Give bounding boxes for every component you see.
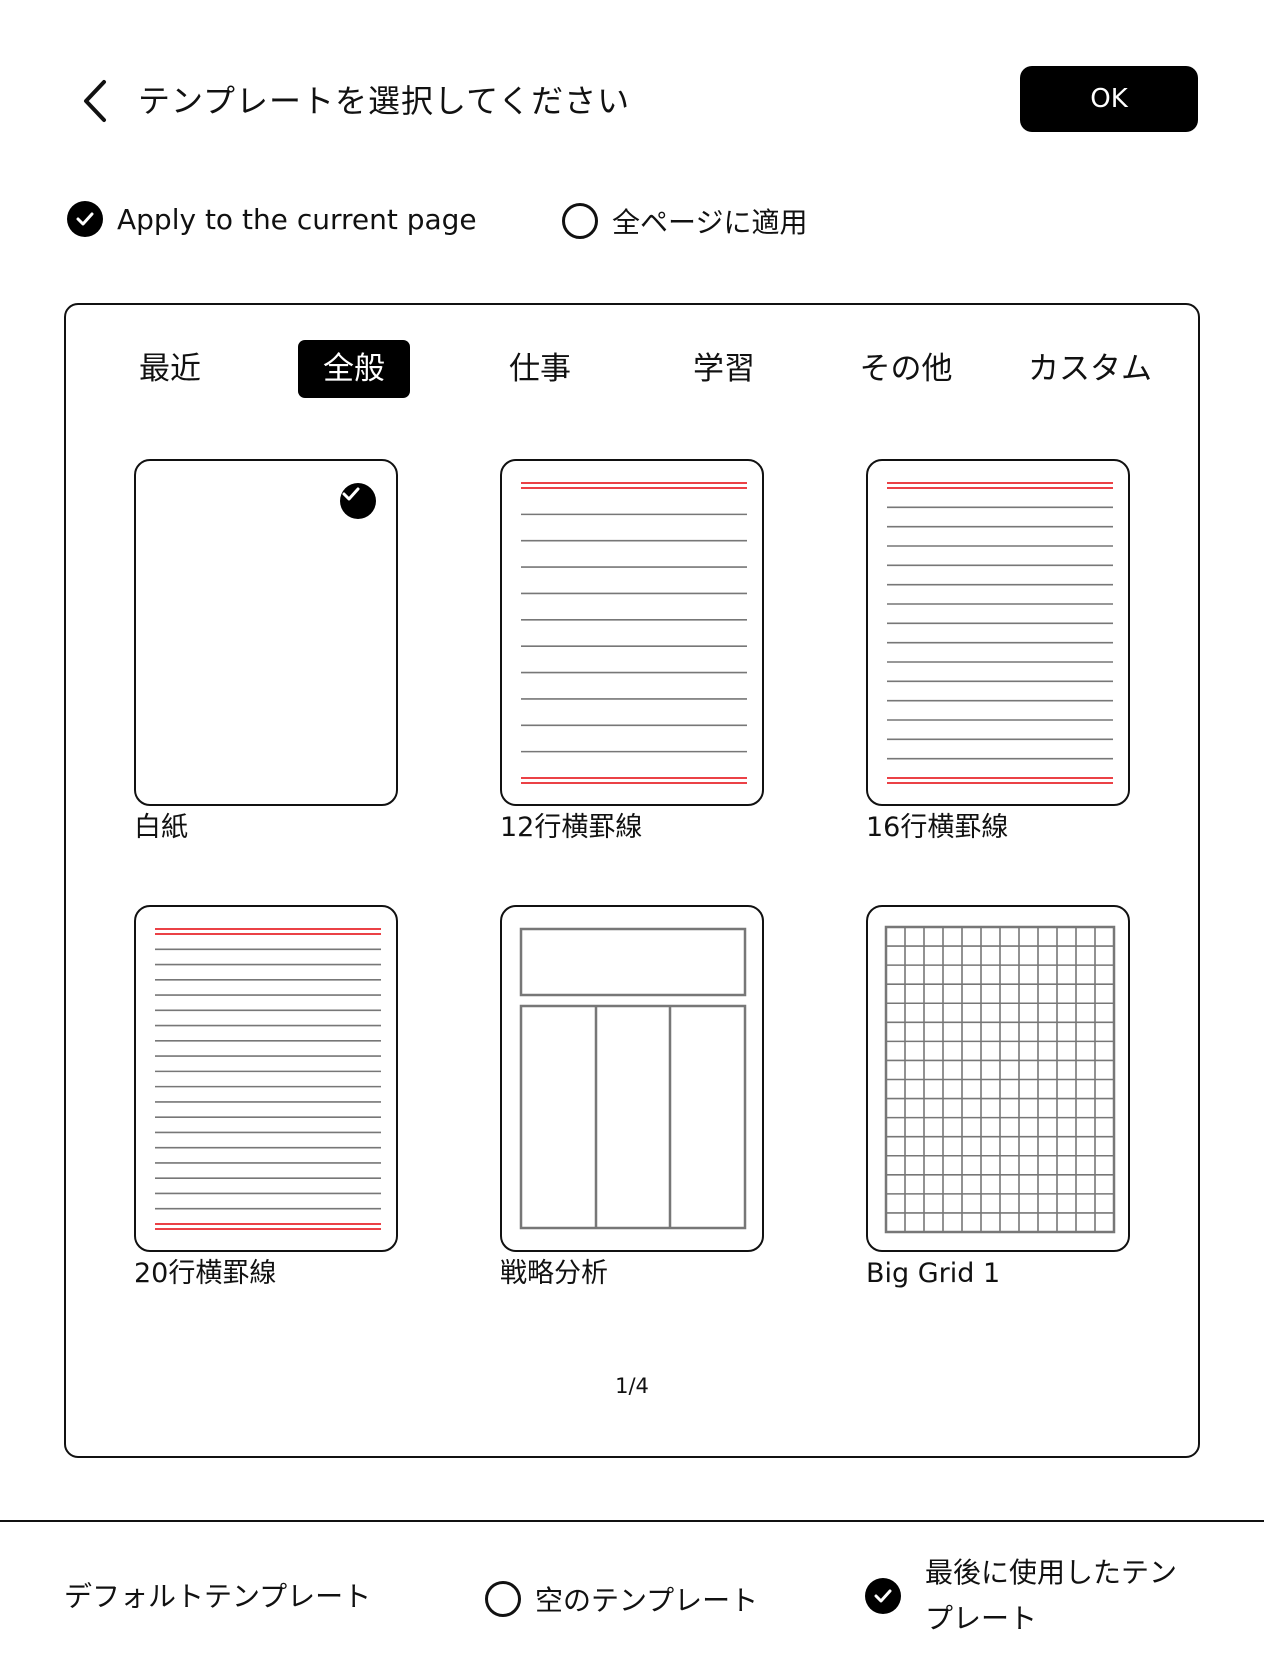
default-template-label: デフォルトテンプレート (64, 1580, 372, 1613)
template-preview (884, 925, 1116, 1234)
radio-checked-icon (67, 201, 103, 237)
template-card-12-lines[interactable] (500, 459, 764, 806)
template-card-16-lines[interactable] (866, 459, 1130, 806)
template-card-20-lines[interactable] (134, 905, 398, 1252)
divider (0, 1520, 1264, 1522)
empty-template-label: 空のテンプレート (535, 1584, 759, 1617)
selected-check-icon (340, 483, 376, 519)
tab-general[interactable]: 全般 (298, 340, 410, 398)
template-label: Big Grid 1 (866, 1258, 1001, 1289)
template-card-big-grid[interactable] (866, 905, 1130, 1252)
apply-current-page-label: Apply to the current page (117, 202, 477, 236)
tab-study[interactable]: 学習 (676, 340, 772, 398)
template-label: 16行横罫線 (866, 812, 1009, 843)
template-preview (887, 482, 1113, 784)
template-preview (521, 482, 747, 784)
apply-all-pages-label: 全ページに適用 (612, 206, 808, 239)
template-label: 白紙 (134, 812, 188, 843)
back-button[interactable] (72, 76, 122, 126)
page-title: テンプレートを選択してください (138, 82, 631, 120)
tab-work[interactable]: 仕事 (492, 340, 588, 398)
radio-checked-icon (865, 1578, 901, 1614)
template-preview (155, 928, 381, 1230)
ok-button[interactable]: OK (1020, 66, 1198, 132)
template-card-strategy[interactable] (500, 905, 764, 1252)
template-label: 戦略分析 (500, 1258, 608, 1289)
last-used-template-option[interactable]: 最後に使用したテンプレート (865, 1550, 1185, 1642)
chevron-left-icon (84, 80, 106, 122)
template-preview (519, 927, 747, 1230)
template-label: 20行横罫線 (134, 1258, 277, 1289)
radio-unchecked-icon (562, 203, 598, 239)
last-used-template-label: 最後に使用したテンプレート (925, 1556, 1178, 1635)
apply-all-pages-option[interactable]: 全ページに適用 (562, 201, 807, 241)
empty-template-option[interactable]: 空のテンプレート (485, 1579, 758, 1619)
radio-unchecked-icon (485, 1581, 521, 1617)
tab-other[interactable]: その他 (852, 340, 960, 398)
page-indicator: 1/4 (615, 1374, 649, 1398)
tab-custom[interactable]: カスタム (1024, 340, 1156, 398)
template-card-blank[interactable] (134, 459, 398, 806)
apply-current-page-option[interactable]: Apply to the current page (67, 201, 477, 237)
template-label: 12行横罫線 (500, 812, 643, 843)
tab-recent[interactable]: 最近 (124, 340, 216, 398)
